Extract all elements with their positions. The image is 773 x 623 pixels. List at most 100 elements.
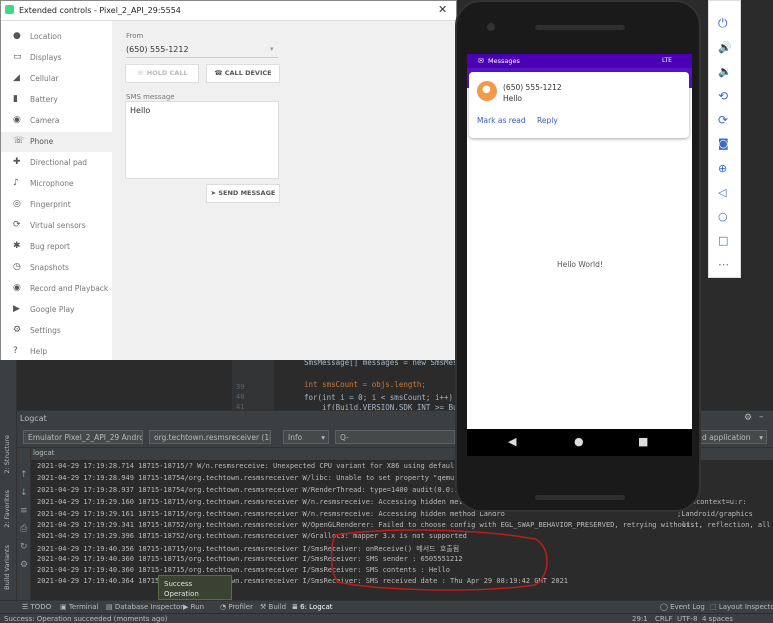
speaker-grill bbox=[535, 25, 625, 30]
chevron-down-icon: ▾ bbox=[321, 433, 325, 442]
sidebar-item-directional-pad[interactable]: ✚ Directional pad bbox=[1, 153, 112, 173]
logcat-search-input[interactable]: Q- bbox=[335, 430, 455, 444]
phone-screen[interactable]: ✉ Messages LTE ● (650) 555-1212 Hello Ma… bbox=[467, 54, 692, 429]
sidebar-item-phone[interactable]: ☏ Phone bbox=[1, 132, 112, 152]
success-toast: Success Operation succeeded bbox=[158, 575, 232, 608]
code-editor[interactable]: 39 40 41 SmsMessage[] messages = new Sms… bbox=[232, 355, 480, 412]
close-icon[interactable]: ✕ bbox=[438, 3, 447, 16]
sidebar-item-record-and-playback[interactable]: ◉ Record and Playback bbox=[1, 279, 112, 299]
from-field[interactable]: (650) 555-1212 ▾ bbox=[126, 42, 278, 58]
scroll-up-icon[interactable]: ↑ bbox=[20, 470, 28, 480]
android-nav-bar: ◀ ● ■ bbox=[467, 429, 692, 456]
soft-wrap-icon[interactable]: ≡ bbox=[20, 506, 28, 516]
event-log-tab[interactable]: ◯ Event Log bbox=[660, 603, 705, 611]
zoom-icon[interactable]: ⊕ bbox=[718, 162, 732, 176]
rotate-right-icon[interactable]: ⟳ bbox=[718, 113, 732, 127]
bottom-tool-tabs: ☰ TODO ▣ Terminal ▤ Database Inspector ▶… bbox=[0, 600, 773, 613]
overview-icon[interactable]: □ bbox=[718, 234, 732, 248]
sidebar-item-bug-report[interactable]: ✱ Bug report bbox=[1, 237, 112, 257]
caret-position[interactable]: 29:1 bbox=[632, 615, 648, 623]
recents-icon[interactable]: ■ bbox=[638, 435, 648, 448]
chevron-down-icon: ▾ bbox=[759, 433, 763, 442]
favorites-tab[interactable]: 2: Favorites bbox=[3, 490, 11, 528]
layout-inspector-tab[interactable]: ⬚ Layout Inspector bbox=[710, 603, 773, 611]
log-line: 2021-04-29 17:19:28.949 18715-18754/org.… bbox=[37, 474, 493, 482]
back-icon[interactable]: ◀ bbox=[508, 435, 516, 448]
sidebar-item-label: Location bbox=[30, 32, 62, 41]
sidebar-item-label: Directional pad bbox=[30, 158, 88, 167]
reply-button[interactable]: Reply bbox=[537, 116, 558, 125]
process-select[interactable]: org.techtown.resmsreceiver (1871 bbox=[149, 430, 271, 444]
play-icon: ▶ bbox=[13, 304, 20, 314]
sidebar-item-cellular[interactable]: ◢ Cellular bbox=[1, 69, 112, 89]
battery-icon: ▮ bbox=[13, 94, 18, 104]
home-icon[interactable]: ○ bbox=[718, 210, 732, 224]
sms-notification[interactable]: ● (650) 555-1212 Hello Mark as read Repl… bbox=[469, 72, 689, 138]
window-titlebar: Extended controls - Pixel_2_API_29:5554 … bbox=[1, 1, 456, 21]
sidebar-item-label: Virtual sensors bbox=[30, 221, 86, 230]
screenshot-icon[interactable]: ◙ bbox=[718, 137, 732, 151]
phone-panel: From (650) 555-1212 ▾ ☏ HOLD CALL ☎ CALL… bbox=[112, 21, 456, 360]
display-icon: ▭ bbox=[13, 52, 22, 62]
back-icon[interactable]: ◁ bbox=[718, 186, 732, 200]
structure-tab[interactable]: 2: Structure bbox=[3, 435, 11, 474]
sidebar-item-fingerprint[interactable]: ◎ Fingerprint bbox=[1, 195, 112, 215]
sidebar-item-location[interactable]: ● Location bbox=[1, 27, 112, 47]
window-title: Extended controls - Pixel_2_API_29:5554 bbox=[19, 6, 181, 15]
sidebar-item-battery[interactable]: ▮ Battery bbox=[1, 90, 112, 110]
restart-icon[interactable]: ↻ bbox=[20, 542, 28, 552]
show-only-select[interactable]: d application ▾ bbox=[697, 430, 767, 444]
sidebar-item-settings[interactable]: ⚙ Settings bbox=[1, 321, 112, 341]
rotate-left-icon[interactable]: ⟲ bbox=[718, 89, 732, 103]
sidebar-item-camera[interactable]: ◉ Camera bbox=[1, 111, 112, 131]
more-icon[interactable]: ⋯ bbox=[718, 258, 732, 272]
gear-icon[interactable]: ⚙ bbox=[20, 560, 28, 570]
indent-setting[interactable]: 4 spaces bbox=[702, 615, 733, 623]
volume-down-icon[interactable]: 🔉 bbox=[718, 65, 732, 79]
notification-sender: (650) 555-1212 bbox=[503, 83, 562, 92]
logcat-tab[interactable]: ≣ 6: Logcat bbox=[292, 603, 333, 611]
sidebar-item-label: Bug report bbox=[30, 242, 70, 251]
sidebar-item-virtual-sensors[interactable]: ⟳ Virtual sensors bbox=[1, 216, 112, 236]
home-icon[interactable]: ● bbox=[574, 435, 584, 448]
sidebar-item-displays[interactable]: ▭ Displays bbox=[1, 48, 112, 68]
volume-up-icon[interactable]: 🔊 bbox=[718, 41, 732, 55]
todo-tab[interactable]: ☰ TODO bbox=[22, 603, 51, 611]
sidebar-item-microphone[interactable]: ♪ Microphone bbox=[1, 174, 112, 194]
scroll-down-icon[interactable]: ↓ bbox=[20, 488, 28, 498]
snapshot-icon: ◷ bbox=[13, 262, 21, 272]
print-icon[interactable]: ⎙ bbox=[20, 524, 27, 534]
sidebar-item-google-play[interactable]: ▶ Google Play bbox=[1, 300, 112, 320]
sms-textarea[interactable]: Hello bbox=[125, 101, 279, 179]
android-icon bbox=[5, 5, 14, 14]
device-select[interactable]: Emulator Pixel_2_API_29 Android bbox=[23, 430, 143, 444]
person-icon: ● bbox=[482, 84, 491, 95]
profiler-tab[interactable]: ◔ Profiler bbox=[220, 603, 253, 611]
minimize-icon[interactable]: – bbox=[759, 412, 764, 422]
record-icon: ◉ bbox=[13, 283, 21, 293]
log-line: 2021-04-29 17:19:28.714 18715-18715/? W/… bbox=[37, 462, 484, 470]
log-level-select[interactable]: Info ▾ bbox=[283, 430, 329, 444]
file-encoding[interactable]: UTF-8 bbox=[677, 615, 697, 623]
send-message-button[interactable]: ➤ SEND MESSAGE bbox=[206, 184, 280, 203]
call-device-button[interactable]: ☎ CALL DEVICE bbox=[206, 64, 280, 83]
database-inspector-tab[interactable]: ▤ Database Inspector bbox=[106, 603, 183, 611]
logcat-side-tools: ↑ ↓ ≡ ⎙ ↻ ⚙ bbox=[17, 448, 31, 600]
sidebar-item-snapshots[interactable]: ◷ Snapshots bbox=[1, 258, 112, 278]
run-tab[interactable]: ▶ Run bbox=[183, 603, 204, 611]
bug-icon: ✱ bbox=[13, 241, 21, 251]
log-line: 2021-04-29 17:19:28.937 18715-18754/org.… bbox=[37, 486, 493, 494]
notification-text: Hello bbox=[503, 94, 523, 103]
dpad-icon: ✚ bbox=[13, 157, 21, 167]
terminal-tab[interactable]: ▣ Terminal bbox=[60, 603, 98, 611]
hold-call-button[interactable]: ☏ HOLD CALL bbox=[125, 64, 199, 83]
sidebar-item-help[interactable]: ? Help bbox=[1, 342, 112, 362]
gear-icon[interactable]: ⚙ bbox=[744, 413, 752, 423]
power-icon[interactable]: ⏻ bbox=[718, 16, 732, 30]
build-variants-tab[interactable]: Build Variants bbox=[3, 545, 11, 590]
line-separator[interactable]: CRLF bbox=[655, 615, 673, 623]
front-camera bbox=[487, 23, 495, 31]
log-line-trunc: ;Landroid/graphics bbox=[677, 510, 753, 518]
build-tab[interactable]: ⚒ Build bbox=[260, 603, 286, 611]
mark-as-read-button[interactable]: Mark as read bbox=[477, 116, 526, 125]
